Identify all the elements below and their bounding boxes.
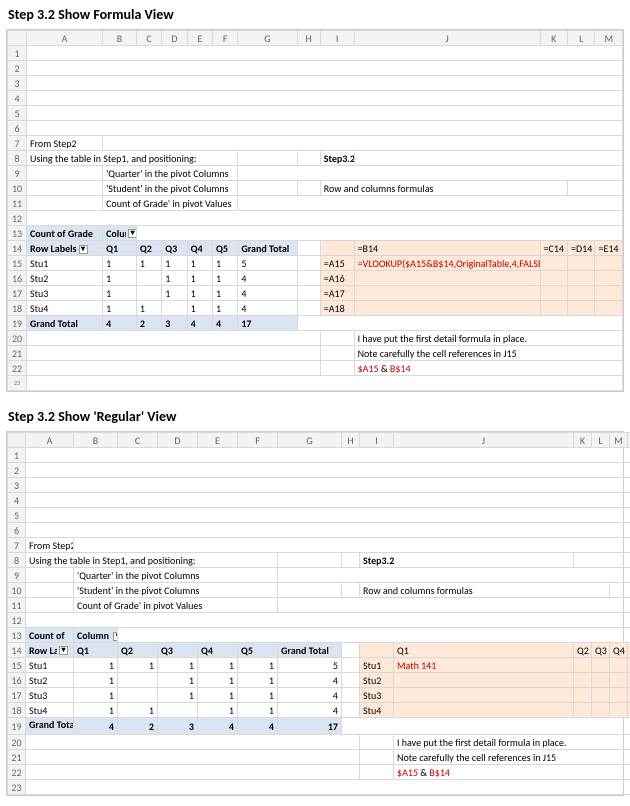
dropdown-icon[interactable]: ▾ <box>59 646 68 655</box>
heading-bottom: Step 3.2 Show 'Regular' View <box>0 402 630 429</box>
cell[interactable]: Row and columns formulas <box>360 583 610 598</box>
grid-top[interactable]: ABCDEFGHIJKLM 1 2 3 4 5 6 7From Step2 8U… <box>7 30 623 391</box>
pivot-field[interactable]: Column Labels▾ <box>103 226 137 241</box>
vlookup-formula[interactable]: =VLOOKUP($A15&B$14,OriginalTable,4,FALSE… <box>354 256 540 271</box>
col-headers[interactable]: ABCDEFGHIJKLM <box>8 31 623 46</box>
col-C: C <box>136 31 161 46</box>
grand-total-row[interactable]: Grand Total <box>26 718 74 735</box>
note: $A15 & B$14 <box>394 765 630 780</box>
sheet-formula-view: ABCDEFGHIJKLM 1 2 3 4 5 6 7From Step2 8U… <box>6 29 624 392</box>
cell[interactable]: 'Quarter' in the pivot Columns <box>103 166 238 181</box>
result-cell[interactable]: Math 141 <box>394 658 574 673</box>
col-M: M <box>610 433 628 448</box>
sheet-regular-view: ABCDEFGHIJKLMN 1 2 3 4 5 6 7From Step2 8… <box>6 431 624 796</box>
col-M: M <box>595 31 623 46</box>
col-F: F <box>212 31 237 46</box>
col-E: E <box>198 433 238 448</box>
cell[interactable]: 'Student' in the pivot Columns <box>103 181 238 196</box>
formula-cell[interactable]: =B14 <box>354 241 540 256</box>
cell[interactable]: Step3.2 <box>320 151 354 166</box>
note: I have put the first detail formula in p… <box>354 331 622 346</box>
cell[interactable]: Count of Grade' in pivot Values <box>103 196 238 211</box>
col-A: A <box>26 433 74 448</box>
dropdown-icon[interactable]: ▾ <box>79 245 88 254</box>
cell[interactable]: From Step2 <box>27 136 103 151</box>
col-E: E <box>187 31 212 46</box>
col-L: L <box>568 31 595 46</box>
cell[interactable]: Using the table in Step1, and positionin… <box>26 553 278 568</box>
col-H: H <box>297 31 320 46</box>
col-F: F <box>238 433 278 448</box>
col-B: B <box>103 31 137 46</box>
dropdown-icon[interactable]: ▾ <box>128 229 136 238</box>
col-G: G <box>278 433 342 448</box>
cell[interactable]: 'Quarter' in the pivot Columns <box>74 568 278 583</box>
cell[interactable]: 'Student' in the pivot Columns <box>74 583 278 598</box>
grid-bottom[interactable]: ABCDEFGHIJKLMN 1 2 3 4 5 6 7From Step2 8… <box>7 432 630 795</box>
pivot-rowlabels[interactable]: Row Labels▾ <box>26 643 74 658</box>
col-J: J <box>394 433 574 448</box>
cell[interactable]: Count of Grade' in pivot Values <box>74 598 278 613</box>
pivot-field[interactable]: Count of <box>26 628 74 643</box>
dropdown-icon[interactable]: ▾ <box>113 632 117 641</box>
col-B: B <box>74 433 118 448</box>
heading-top: Step 3.2 Show Formula View <box>0 0 630 27</box>
col-L: L <box>592 433 610 448</box>
col-I: I <box>320 31 354 46</box>
col-D: D <box>158 433 198 448</box>
col-C: C <box>118 433 158 448</box>
col-K: K <box>540 31 567 46</box>
cell[interactable]: Row and columns formulas <box>320 181 567 196</box>
cell[interactable]: Using the table in Step1, and positionin… <box>27 151 238 166</box>
col-D: D <box>162 31 187 46</box>
col-I: I <box>360 433 394 448</box>
cell[interactable]: Step3.2 <box>360 553 574 568</box>
pivot-rowlabels[interactable]: Row Labels▾ <box>27 241 103 256</box>
col-J: J <box>354 31 540 46</box>
note: I have put the first detail formula in p… <box>394 735 630 750</box>
note: Note carefully the cell references in J1… <box>394 750 630 765</box>
note: Note carefully the cell references in J1… <box>354 346 622 361</box>
col-H: H <box>342 433 360 448</box>
col-A: A <box>27 31 103 46</box>
col-headers[interactable]: ABCDEFGHIJKLMN <box>8 433 630 448</box>
pivot-field[interactable]: Count of Grade <box>27 226 103 241</box>
col-G: G <box>238 31 297 46</box>
pivot-field[interactable]: Column ▾ <box>74 628 118 643</box>
cell[interactable]: From Step2 <box>26 538 74 553</box>
col-K: K <box>574 433 592 448</box>
note: $A15 & B$14 <box>354 361 622 376</box>
